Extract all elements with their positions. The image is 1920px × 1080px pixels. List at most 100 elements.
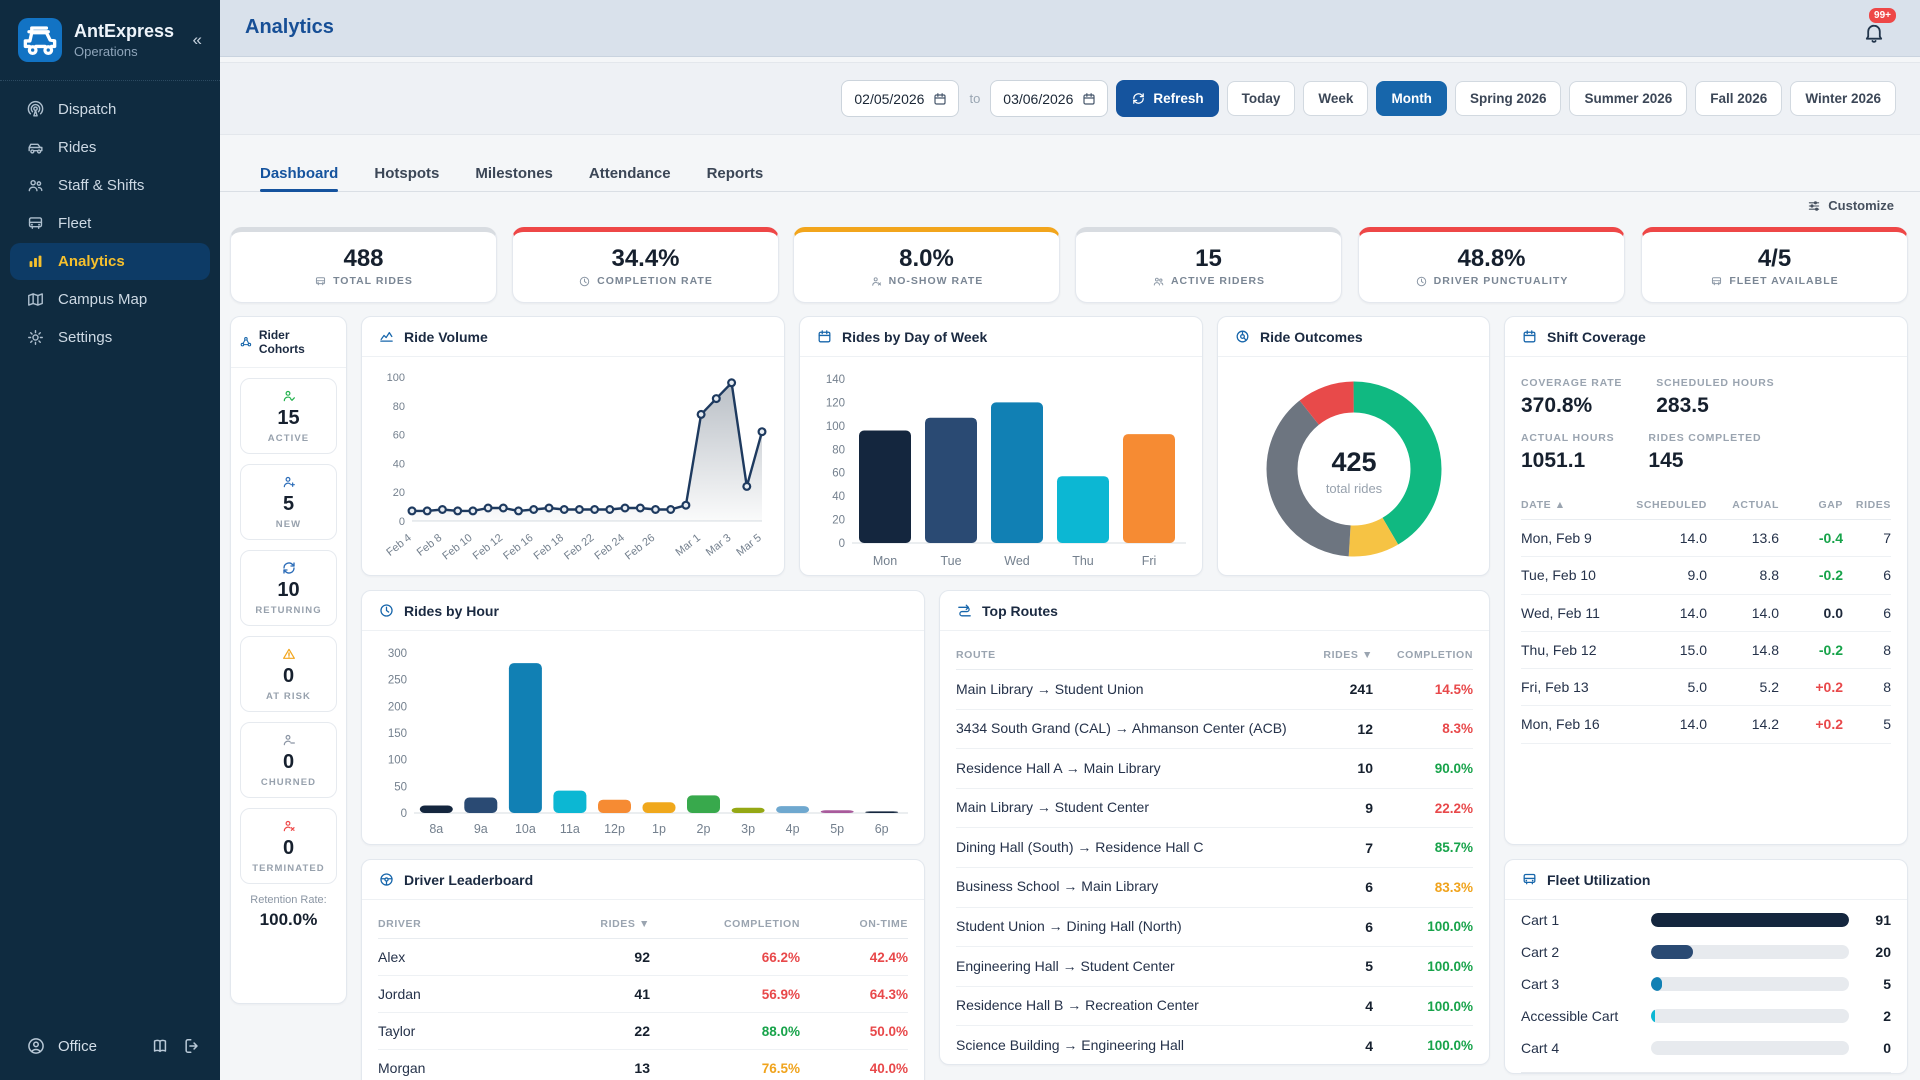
column-header[interactable]: COMPLETION xyxy=(1373,649,1473,661)
bus-icon xyxy=(1521,871,1538,888)
svg-text:10a: 10a xyxy=(515,822,536,836)
people-icon xyxy=(26,176,45,195)
customize-button[interactable]: Customize xyxy=(1807,198,1894,213)
user-label[interactable]: Office xyxy=(58,1038,97,1055)
calendar-icon[interactable] xyxy=(932,91,948,107)
sidebar-collapse-button[interactable]: « xyxy=(189,28,206,52)
svg-text:total rides: total rides xyxy=(1326,481,1383,496)
tab-milestones[interactable]: Milestones xyxy=(475,155,553,191)
svg-text:150: 150 xyxy=(388,728,407,740)
sidebar-item-fleet[interactable]: Fleet xyxy=(10,205,210,242)
column-header[interactable]: COMPLETION xyxy=(650,918,800,930)
bus-icon xyxy=(1710,275,1723,288)
svg-text:11a: 11a xyxy=(560,822,580,836)
logout-icon[interactable] xyxy=(182,1036,202,1056)
person-plus-icon xyxy=(281,474,297,490)
notifications-button[interactable]: 99+ xyxy=(1858,13,1892,51)
svg-text:Feb 24: Feb 24 xyxy=(593,532,627,563)
svg-text:250: 250 xyxy=(388,675,407,687)
sidebar-item-settings[interactable]: Settings xyxy=(10,319,210,356)
refresh-icon xyxy=(1131,91,1146,106)
route-completion: 83.3% xyxy=(1373,880,1473,895)
bus-icon xyxy=(314,275,327,288)
column-header[interactable]: RIDES xyxy=(1843,499,1891,511)
kpi-value: 4/5 xyxy=(1758,247,1791,271)
column-header[interactable]: RIDES ▼ xyxy=(1313,649,1373,661)
golf-cart-icon xyxy=(18,18,62,62)
sidebar-item-campus-map[interactable]: Campus Map xyxy=(10,281,210,318)
svg-text:0: 0 xyxy=(399,516,405,528)
range-button-spring-2026[interactable]: Spring 2026 xyxy=(1455,81,1562,116)
ride-volume-panel: Ride Volume020406080100Feb 4Feb 8Feb 10F… xyxy=(361,316,785,576)
calendar-icon[interactable] xyxy=(1081,91,1097,107)
kpi-value: 488 xyxy=(343,247,383,271)
range-button-today[interactable]: Today xyxy=(1227,81,1296,116)
page-title: Analytics xyxy=(245,16,334,39)
tab-hotspots[interactable]: Hotspots xyxy=(374,155,439,191)
calendar-icon xyxy=(1521,328,1538,345)
tab-reports[interactable]: Reports xyxy=(707,155,764,191)
route-name: Residence Hall A → Main Library xyxy=(956,759,1313,779)
svg-text:Feb 8: Feb 8 xyxy=(415,532,445,559)
fleet-row-cart-1: Cart 1 91 xyxy=(1521,904,1891,936)
svg-text:Mon: Mon xyxy=(873,554,897,568)
svg-text:100: 100 xyxy=(826,421,845,433)
panel-title: Ride Outcomes xyxy=(1218,317,1489,357)
driver-name: Jordan xyxy=(378,986,560,1002)
panel-title: Driver Leaderboard xyxy=(362,860,924,900)
sidebar-item-staff-shifts[interactable]: Staff & Shifts xyxy=(10,167,210,204)
svg-text:20: 20 xyxy=(393,487,405,499)
shift-table-row: Fri, Feb 13 5.0 5.2 +0.2 8 xyxy=(1521,669,1891,706)
sidebar-item-dispatch[interactable]: Dispatch xyxy=(10,91,210,128)
route-row: Residence Hall A → Main Library 10 90.0% xyxy=(956,749,1473,789)
route-name: Residence Hall B → Recreation Center xyxy=(956,996,1313,1016)
svg-text:12p: 12p xyxy=(604,822,625,836)
column-header[interactable]: SCHEDULED xyxy=(1615,499,1707,511)
driver-row: Alex 92 66.2% 42.4% xyxy=(378,939,908,976)
column-header[interactable]: GAP xyxy=(1779,499,1843,511)
date-from-input[interactable]: 02/05/2026 xyxy=(841,80,959,117)
panel-title: Rides by Day of Week xyxy=(800,317,1202,357)
tab-dashboard[interactable]: Dashboard xyxy=(260,155,338,191)
kpi-value: 15 xyxy=(1195,247,1222,271)
column-header[interactable]: DRIVER xyxy=(378,918,560,930)
gear-icon xyxy=(26,328,45,347)
svg-text:140: 140 xyxy=(826,374,845,386)
svg-text:0: 0 xyxy=(839,538,845,550)
column-header[interactable]: RIDES ▼ xyxy=(560,918,650,930)
route-rides: 6 xyxy=(1313,879,1373,895)
svg-text:50: 50 xyxy=(394,781,407,793)
fleet-row-cart-3: Cart 3 5 xyxy=(1521,968,1891,1000)
column-header[interactable]: ON-TIME xyxy=(800,918,908,930)
date-to-input[interactable]: 03/06/2026 xyxy=(990,80,1108,117)
range-button-fall-2026[interactable]: Fall 2026 xyxy=(1695,81,1782,116)
fleet-utilization-panel: Fleet Utilization Cart 1 91 Cart 2 20 Ca… xyxy=(1504,859,1908,1074)
route-name: 3434 South Grand (CAL) → Ahmanson Center… xyxy=(956,719,1313,739)
docs-icon[interactable] xyxy=(150,1036,170,1056)
kpi-label: ACTIVE RIDERS xyxy=(1171,275,1265,287)
sidebar-divider xyxy=(0,80,220,81)
area-chart-icon xyxy=(378,328,395,345)
route-row: Science Building → Engineering Hall 4 10… xyxy=(956,1026,1473,1065)
route-row: Main Library → Student Union 241 14.5% xyxy=(956,670,1473,710)
tab-attendance[interactable]: Attendance xyxy=(589,155,671,191)
svg-text:Feb 10: Feb 10 xyxy=(440,532,474,563)
fleet-row-cart-2: Cart 2 20 xyxy=(1521,936,1891,968)
refresh-button[interactable]: Refresh xyxy=(1116,80,1218,117)
range-button-summer-2026[interactable]: Summer 2026 xyxy=(1569,81,1687,116)
sidebar-item-rides[interactable]: Rides xyxy=(10,129,210,166)
range-button-week[interactable]: Week xyxy=(1303,81,1368,116)
column-header[interactable]: ACTUAL xyxy=(1707,499,1779,511)
route-completion: 85.7% xyxy=(1373,840,1473,855)
route-completion: 100.0% xyxy=(1373,959,1473,974)
shift-table-row: Mon, Feb 9 14.0 13.6 -0.4 7 xyxy=(1521,520,1891,557)
panel-title: Top Routes xyxy=(940,591,1489,631)
range-button-month[interactable]: Month xyxy=(1376,81,1446,116)
shift-coverage-panel: Shift Coverage COVERAGE RATE370.8% SCHED… xyxy=(1504,316,1908,845)
column-header[interactable]: DATE ▲ xyxy=(1521,499,1615,511)
rider-cohorts-panel: Rider Cohorts 15 ACTIVE 5 NEW 10 RETURNI… xyxy=(230,316,347,1004)
svg-text:8a: 8a xyxy=(429,822,443,836)
sidebar-item-analytics[interactable]: Analytics xyxy=(10,243,210,280)
range-button-winter-2026[interactable]: Winter 2026 xyxy=(1790,81,1896,116)
column-header[interactable]: ROUTE xyxy=(956,649,1313,661)
